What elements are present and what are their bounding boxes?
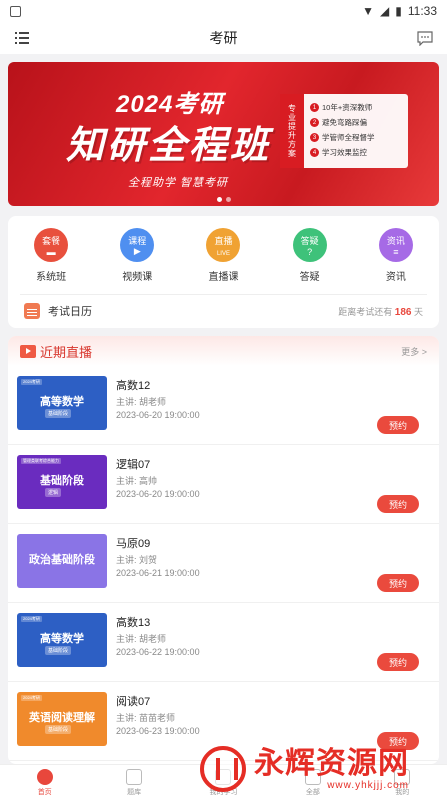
course-thumbnail: 2024考研 英语阅读理解 基础阶段 [17, 692, 107, 746]
book-button[interactable]: 预约 [377, 653, 419, 671]
page-title: 考研 [209, 30, 238, 46]
watermark: 永辉资源网 www.yhkjjj.com [200, 744, 440, 794]
battery-icon: ▮ [395, 4, 402, 18]
course-name: 高数13 [116, 617, 151, 629]
course-time: 2023-06-23 19:00:00 [116, 726, 200, 736]
course-time: 2023-06-21 19:00:00 [116, 568, 200, 578]
more-link[interactable]: 更多 > [401, 345, 427, 358]
course-name: 高数12 [116, 380, 151, 392]
news-icon: 资讯 ≡ [378, 228, 413, 262]
edit-icon [126, 768, 143, 785]
course-teacher: 主讲: 胡老师 [116, 397, 167, 407]
wifi-icon: ▼ [362, 4, 375, 18]
menu-item-news[interactable]: 资讯 ≡ 资讯 [361, 228, 431, 283]
banner-feature-panel: 专业提升方案 1 10年+资深教师 2 避免弯路踩偏 3 学管师全程督学 4 学习效果监… [280, 94, 408, 168]
course-teacher: 主讲: 刘贺 [116, 555, 158, 565]
banner-feature: 3 学管师全程督学 [310, 130, 375, 145]
banner-main-title: 知研全程班 [66, 125, 272, 167]
app-bar: 考研 [0, 22, 447, 54]
video-course-icon: 课程 ▶ [120, 228, 155, 262]
package-icon: 套餐 ▬ [34, 228, 69, 262]
menu-item-live-course[interactable]: 直播 LIVE 直播课 [188, 228, 258, 283]
course-teacher: 主讲: 苗苗老师 [116, 713, 176, 723]
promo-banner[interactable]: 2024考研 知研全程班 全程助学 智慧考研 专业提升方案 1 10年+资深教师 … [8, 62, 439, 206]
calendar-label: 考试日历 [48, 306, 92, 318]
course-name: 阅读07 [116, 696, 151, 708]
course-thumbnail: 2024考研 高等数学 基础阶段 [17, 376, 107, 430]
banner-pagination [8, 197, 439, 202]
live-icon: 直播 LIVE [206, 228, 241, 262]
home-icon [36, 768, 53, 785]
course-item[interactable]: 管理类联考综合能力 基础阶段 逻辑 逻辑07 主讲: 高帅 2023-06-20… [8, 445, 439, 524]
section-title: 近期直播 [40, 344, 93, 360]
course-thumbnail: 管理类联考综合能力 基础阶段 逻辑 [17, 455, 107, 509]
watermark-url: www.yhkjjj.com [327, 779, 409, 791]
course-time: 2023-06-20 19:00:00 [116, 410, 200, 420]
banner-feature: 2 避免弯路踩偏 [310, 115, 375, 130]
watermark-logo-icon [200, 746, 246, 792]
calendar-icon [24, 303, 40, 319]
live-tv-icon [20, 344, 36, 358]
notification-icon [10, 5, 21, 17]
course-item[interactable]: 2024考研 高等数学 基础阶段 高数12 主讲: 胡老师 2023-06-20… [8, 366, 439, 445]
book-button[interactable]: 预约 [377, 416, 419, 434]
section-header: 近期直播 更多 > [8, 336, 439, 366]
course-time: 2023-06-22 19:00:00 [116, 647, 200, 657]
course-teacher: 主讲: 胡老师 [116, 634, 167, 644]
book-button[interactable]: 预约 [377, 495, 419, 513]
course-time: 2023-06-20 19:00:00 [116, 489, 200, 499]
course-item[interactable]: 政治基础阶段 马原09 主讲: 刘贺 2023-06-21 19:00:00 预… [8, 524, 439, 603]
menu-item-video-course[interactable]: 课程 ▶ 视频课 [102, 228, 172, 283]
exam-countdown: 距离考试还有 186 天 [338, 306, 423, 318]
tab-home[interactable]: 首页 [15, 765, 75, 800]
menu-list-icon[interactable] [12, 28, 32, 48]
clock: 11:33 [407, 4, 437, 18]
signal-icon: ◢ [380, 4, 390, 18]
menu-item-qa[interactable]: 答疑? 答疑 [275, 228, 345, 283]
status-bar: ▼ ◢ ▮ 11:33 [0, 0, 447, 22]
banner-panel-tag: 专业提升方案 [280, 94, 304, 168]
book-button[interactable]: 预约 [377, 574, 419, 592]
banner-feature: 1 10年+资深教师 [310, 100, 375, 115]
pagination-dot [225, 197, 231, 202]
course-teacher: 主讲: 高帅 [116, 476, 158, 486]
qa-icon: 答疑? [292, 228, 327, 262]
pagination-dot [216, 197, 222, 202]
course-thumbnail: 2024考研 高等数学 基础阶段 [17, 613, 107, 667]
quick-menu-card: 套餐 ▬ 系统班 课程 ▶ 视频课 直播 LIVE 直播课 答疑? 答疑 资讯 ≡ 资讯… [8, 216, 439, 328]
menu-item-system-class[interactable]: 套餐 ▬ 系统班 [16, 228, 86, 283]
exam-calendar[interactable]: 考试日历 距离考试还有 186 天 [24, 300, 423, 322]
course-name: 逻辑07 [116, 459, 151, 471]
course-name: 马原09 [116, 538, 151, 550]
divider [20, 294, 427, 295]
course-thumbnail: 政治基础阶段 [17, 534, 107, 588]
tab-question-bank[interactable]: 题库 [104, 765, 164, 800]
watermark-brand: 永辉资源网 [254, 746, 409, 780]
course-item[interactable]: 2024考研 高等数学 基础阶段 高数13 主讲: 胡老师 2023-06-22… [8, 603, 439, 682]
recent-live-section: 近期直播 更多 > 2024考研 高等数学 基础阶段 高数12 主讲: 胡老师 … [8, 336, 439, 764]
message-icon[interactable] [415, 28, 435, 48]
banner-slogan: 全程助学 智慧考研 [128, 177, 229, 189]
banner-feature: 4 学习效果监控 [310, 145, 375, 160]
